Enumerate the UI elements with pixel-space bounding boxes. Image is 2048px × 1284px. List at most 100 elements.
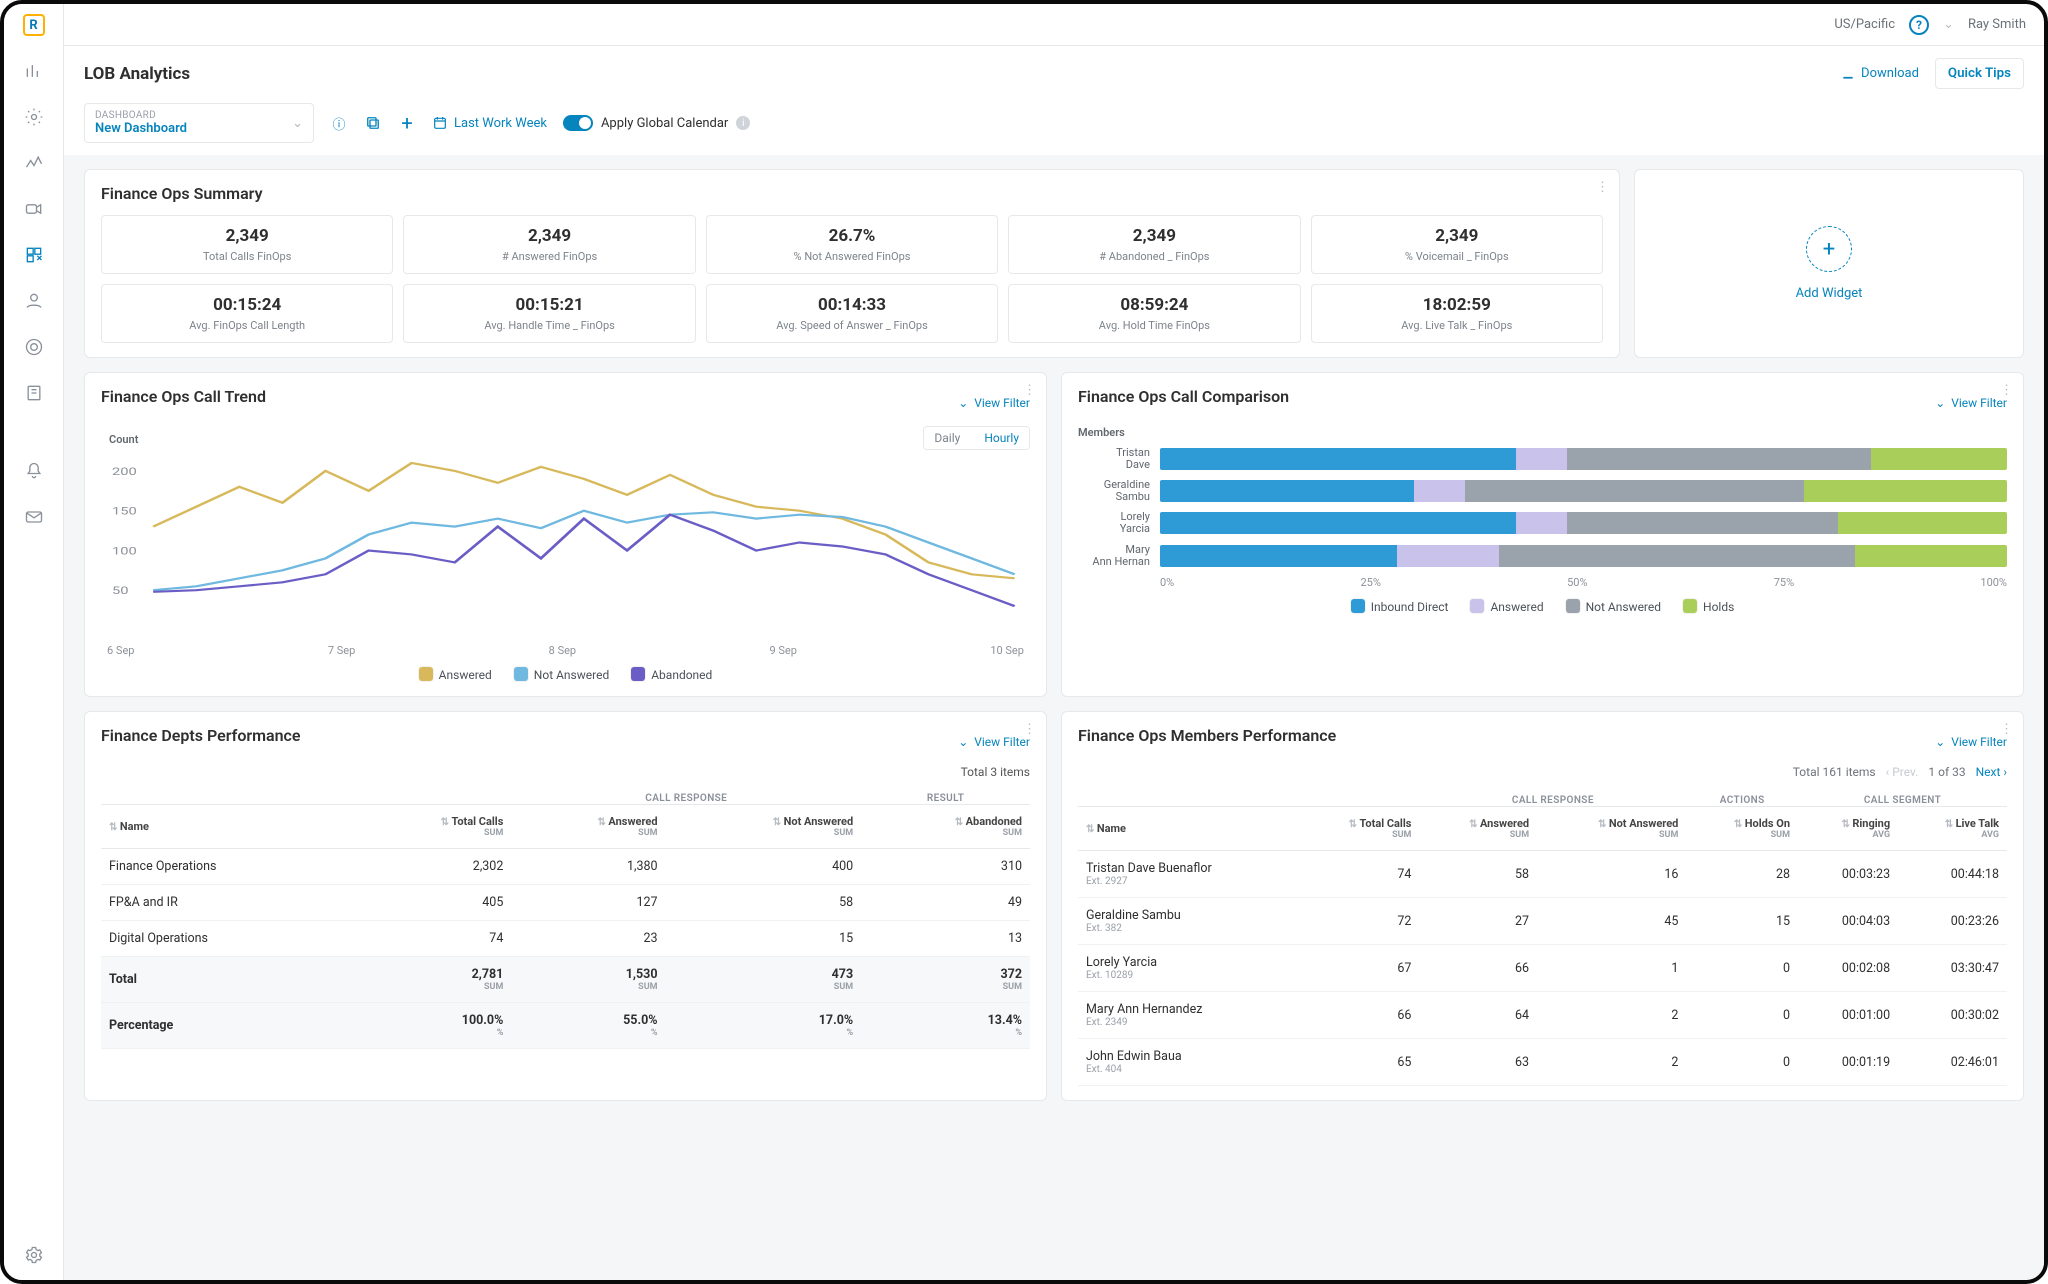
user-menu-caret-icon[interactable]: ⌄ [1943,17,1954,32]
compare-view-filter[interactable]: ⌄View Filter [1935,396,2007,410]
nav-activity-icon[interactable] [23,336,45,358]
kpi-value: 26.7% [717,226,987,246]
nav-analytics-icon[interactable] [23,152,45,174]
toolbar-info-icon[interactable]: ⓘ [330,114,348,132]
legend-item[interactable]: Holds [1683,599,1734,614]
trend-view-filter[interactable]: ⌄View Filter [958,396,1030,410]
nav-alerts-icon[interactable] [23,460,45,482]
dashboard-selector[interactable]: DASHBOARD New Dashboard ⌄ [84,103,314,143]
table-row[interactable]: FP&A and IR4051275849 [101,885,1030,921]
panel-call-comparison: ⋮ Finance Ops Call Comparison ⌄View Filt… [1061,372,2024,697]
nav-settings-icon[interactable] [23,106,45,128]
panel-call-trend: ⋮ Finance Ops Call Trend ⌄View Filter Co… [84,372,1047,697]
kpi-label: Avg. Speed of Answer _ FinOps [717,319,987,332]
kpi-card: 00:15:21 Avg. Handle Time _ FinOps [403,284,695,343]
topbar: US/Pacific ? ⌄ Ray Smith [64,4,2044,46]
svg-text:50: 50 [112,585,129,597]
table-total-row: Total2,781SUM1,530SUM473SUM372SUM [101,957,1030,1003]
members-view-filter[interactable]: ⌄View Filter [1935,735,2007,749]
kpi-value: 2,349 [1019,226,1289,246]
kpi-label: Avg. FinOps Call Length [112,319,382,332]
kpi-label: Avg. Handle Time _ FinOps [414,319,684,332]
dept-view-filter[interactable]: ⌄View Filter [958,735,1030,749]
svg-text:200: 200 [112,466,137,478]
table-row[interactable]: Mary Ann HernandezExt. 234966642000:01:0… [1078,992,2007,1039]
download-button[interactable]: Download [1841,66,1919,81]
panel-menu-icon[interactable]: ⋮ [1596,180,1609,195]
info-dot-icon[interactable]: i [736,116,750,130]
compare-title: Finance Ops Call Comparison [1078,387,1289,406]
app-logo: R [23,14,45,36]
legend-item[interactable]: Not Answered [514,667,609,682]
pager-page: 1 of 33 [1928,765,1965,779]
nav-users-icon[interactable] [23,290,45,312]
legend-item[interactable]: Not Answered [1566,599,1661,614]
legend-item[interactable]: Inbound Direct [1351,599,1449,614]
toolbar-copy-icon[interactable] [364,114,382,132]
kpi-card: 2,349 Total Calls FinOps [101,215,393,274]
kpi-card: 00:14:33 Avg. Speed of Answer _ FinOps [706,284,998,343]
panel-members-performance: ⋮ Finance Ops Members Performance ⌄View … [1061,711,2024,1101]
add-widget-button[interactable]: + Add Widget [1634,169,2024,358]
kpi-card: 2,349 # Answered FinOps [403,215,695,274]
dept-total-items: Total 3 items [101,765,1030,779]
page-title: LOB Analytics [84,64,190,84]
legend-item[interactable]: Answered [1470,599,1543,614]
tab-hourly[interactable]: Hourly [974,427,1029,449]
panel-finance-ops-summary: ⋮ Finance Ops Summary 2,349 Total Calls … [84,169,1620,358]
kpi-card: 00:15:24 Avg. FinOps Call Length [101,284,393,343]
comparison-bar: GeraldineSambu [1078,479,2007,503]
kpi-value: 2,349 [112,226,382,246]
table-row[interactable]: Lorely YarciaExt. 1028967661000:02:0803:… [1078,945,2007,992]
nav-docs-icon[interactable] [23,382,45,404]
toggle-switch[interactable] [563,115,593,131]
legend-item[interactable]: Abandoned [631,667,712,682]
nav-custom-icon[interactable] [23,244,45,266]
kpi-card: 26.7% % Not Answered FinOps [706,215,998,274]
quick-tips-button[interactable]: Quick Tips [1935,58,2024,89]
table-row[interactable]: John Edwin BauaExt. 40465632000:01:1902:… [1078,1039,2007,1086]
kpi-label: Total Calls FinOps [112,250,382,263]
dashboard-selector-value: New Dashboard [95,121,187,136]
dept-title: Finance Depts Performance [101,726,301,745]
kpi-label: % Voicemail _ FinOps [1322,250,1592,263]
help-icon[interactable]: ? [1909,15,1929,35]
nav-video-icon[interactable] [23,198,45,220]
table-row[interactable]: Finance Operations2,3021,380400310 [101,849,1030,885]
panel-menu-icon[interactable]: ⋮ [2000,383,2013,398]
legend-item[interactable]: Answered [419,667,492,682]
dept-table: CALL RESPONSERESULT Name Total CallsSUM … [101,783,1030,1049]
svg-text:100: 100 [112,546,137,558]
kpi-label: # Abandoned _ FinOps [1019,250,1289,263]
date-range-selector[interactable]: Last Work Week [432,115,547,131]
chevron-down-icon: ⌄ [292,116,303,131]
toolbar-add-icon[interactable]: + [398,114,416,132]
count-label: Count [109,433,138,446]
trend-title: Finance Ops Call Trend [101,387,266,406]
table-row[interactable]: Tristan Dave BuenaflorExt. 2927745816280… [1078,851,2007,898]
members-table: CALL RESPONSEACTIONSCALL SEGMENT Name To… [1078,785,2007,1086]
timezone-label[interactable]: US/Pacific [1834,17,1895,32]
kpi-value: 2,349 [1322,226,1592,246]
kpi-value: 18:02:59 [1322,295,1592,315]
global-calendar-toggle[interactable]: Apply Global Calendar i [563,115,750,131]
calendar-icon [432,115,448,131]
nav-reports-icon[interactable] [23,60,45,82]
nav-gear-icon[interactable] [23,1244,45,1266]
members-total-items: Total 161 items [1793,765,1876,779]
svg-text:150: 150 [112,506,137,518]
comparison-bar: LorelyYarcia [1078,511,2007,535]
table-row[interactable]: Geraldine SambuExt. 3827227451500:04:030… [1078,898,2007,945]
panel-menu-icon[interactable]: ⋮ [2000,722,2013,737]
user-name[interactable]: Ray Smith [1968,17,2026,32]
panel-menu-icon[interactable]: ⋮ [1023,383,1036,398]
nav-mail-icon[interactable] [23,506,45,528]
summary-title: Finance Ops Summary [101,184,1603,203]
kpi-label: Avg. Live Talk _ FinOps [1322,319,1592,332]
table-row[interactable]: Digital Operations74231513 [101,921,1030,957]
tab-daily[interactable]: Daily [924,427,970,449]
pager-next[interactable]: Next › [1976,765,2007,779]
trend-timerange-tabs: Daily Hourly [923,426,1030,450]
panel-menu-icon[interactable]: ⋮ [1023,722,1036,737]
kpi-card: 2,349 % Voicemail _ FinOps [1311,215,1603,274]
